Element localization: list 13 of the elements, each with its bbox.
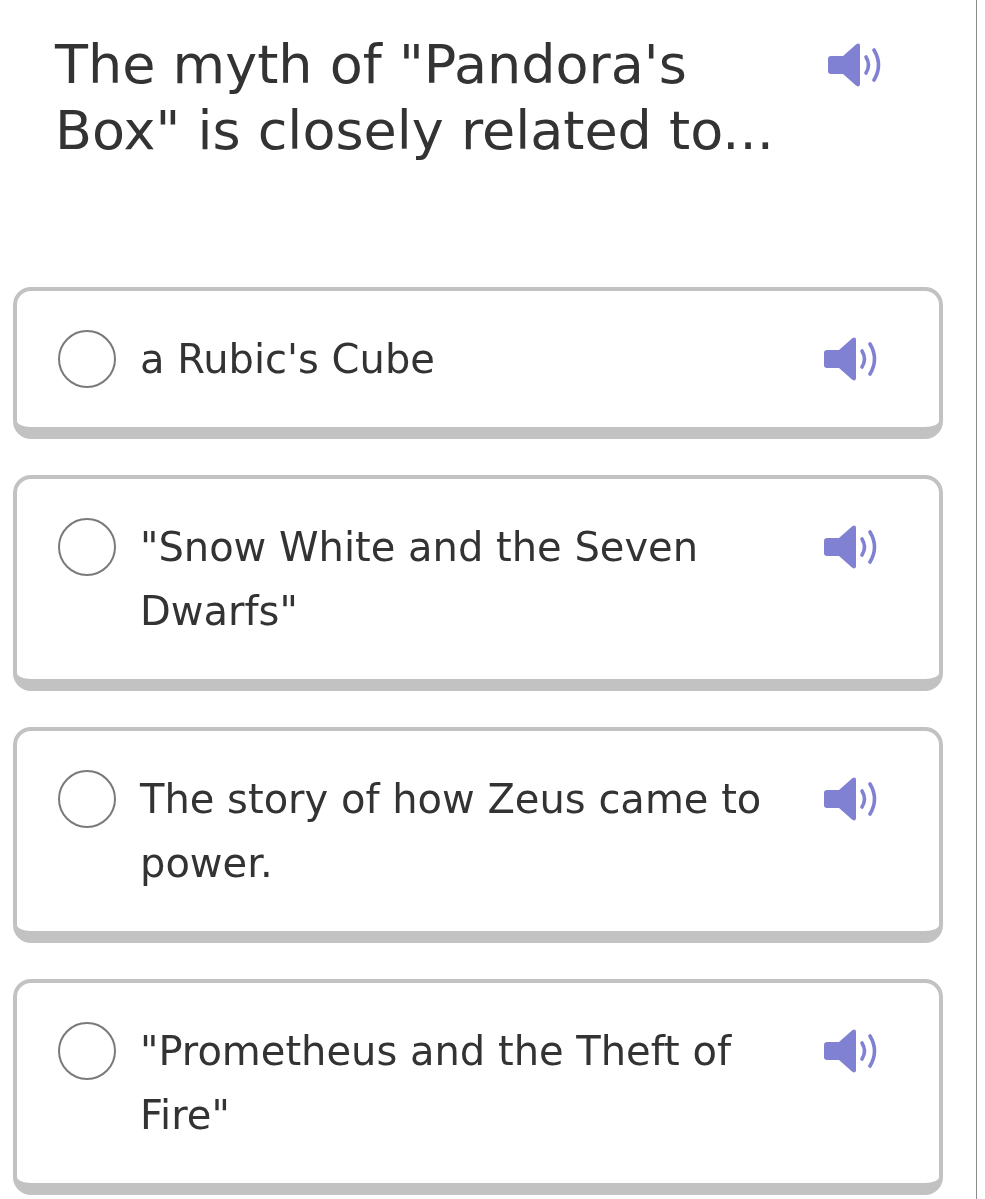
answer-card[interactable]: The story of how Zeus came to power. (13, 727, 943, 943)
option-text: a Rubic's Cube (140, 335, 436, 384)
radio-button[interactable] (58, 770, 116, 828)
answer-card[interactable]: "Snow White and the Seven Dwarfs" (13, 475, 943, 691)
radio-button[interactable] (58, 518, 116, 576)
question-text: The myth of "Pandora's Box" is closely related to... (55, 32, 775, 164)
option-text: "Prometheus and the Theft of Fire" (140, 1027, 733, 1140)
answer-card[interactable]: a Rubic's Cube (13, 287, 943, 439)
option-text: The story of how Zeus came to power. (140, 775, 763, 888)
option-text: "Snow White and the Seven Dwarfs" (140, 523, 700, 636)
answer-card[interactable]: "Prometheus and the Theft of Fire" (13, 979, 943, 1195)
radio-button[interactable] (58, 330, 116, 388)
radio-button[interactable] (58, 1022, 116, 1080)
